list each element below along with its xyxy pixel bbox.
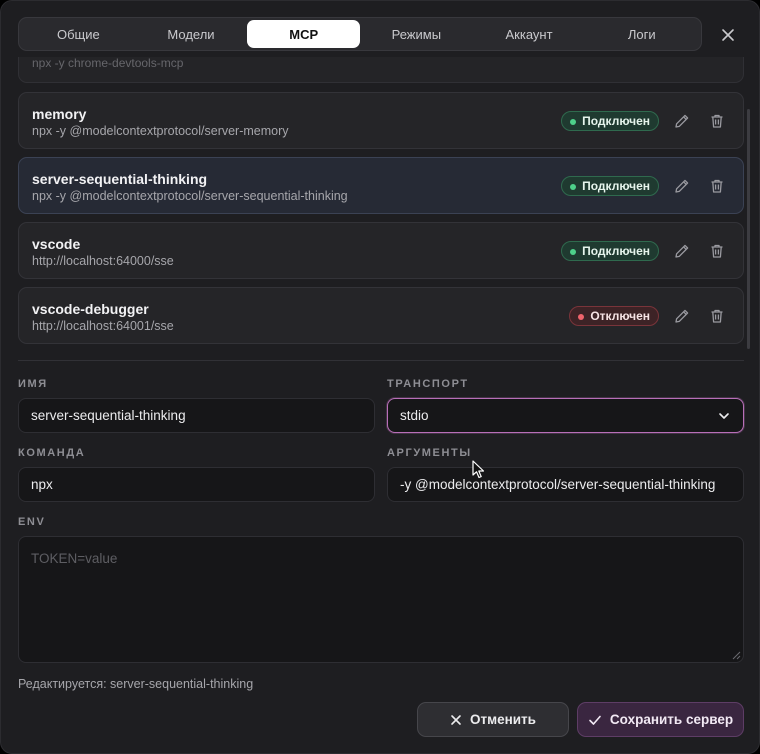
close-icon: [722, 29, 734, 41]
tab-logs[interactable]: Логи: [585, 20, 698, 48]
list-scrollbar[interactable]: [747, 109, 750, 349]
server-card-vscode[interactable]: vscode http://localhost:64000/sse Подклю…: [18, 222, 744, 279]
mouse-cursor-icon: [472, 460, 485, 479]
trash-icon: [711, 309, 723, 323]
settings-dialog: Общие Модели MCP Режимы Аккаунт Логи npx…: [0, 0, 760, 754]
tab-general[interactable]: Общие: [22, 20, 135, 48]
status-label: Подключен: [582, 114, 650, 128]
server-name: server-sequential-thinking: [32, 171, 208, 187]
close-button[interactable]: [717, 24, 739, 46]
status-dot: [570, 119, 577, 125]
args-label: АРГУМЕНТЫ: [387, 447, 472, 459]
server-card-vscode-debugger[interactable]: vscode-debugger http://localhost:64001/s…: [18, 287, 744, 344]
command-input[interactable]: npx: [18, 467, 375, 502]
pencil-icon: [675, 244, 689, 258]
cancel-label: Отменить: [470, 712, 536, 727]
trash-icon: [711, 179, 723, 193]
server-list: npx -y chrome-devtools-mcp memory npx -y…: [18, 57, 744, 347]
server-card-sequential-thinking[interactable]: server-sequential-thinking npx -y @model…: [18, 157, 744, 214]
save-server-button[interactable]: Сохранить сервер: [577, 702, 744, 737]
edit-button[interactable]: [673, 112, 691, 130]
status-badge: Подключен: [561, 111, 659, 131]
server-name: vscode-debugger: [32, 301, 149, 317]
save-label: Сохранить сервер: [609, 712, 734, 727]
delete-button[interactable]: [708, 307, 726, 325]
status-label: Подключен: [582, 179, 650, 193]
settings-tabs: Общие Модели MCP Режимы Аккаунт Логи: [18, 17, 702, 51]
editing-status: Редактируется: server-sequential-thinkin…: [18, 677, 254, 691]
env-textarea[interactable]: TOKEN=value: [18, 536, 744, 663]
status-dot: [578, 314, 585, 320]
server-command: npx -y @modelcontextprotocol/server-memo…: [32, 124, 289, 138]
edit-button[interactable]: [673, 307, 691, 325]
server-card-partial[interactable]: npx -y chrome-devtools-mcp: [18, 57, 744, 83]
server-name: memory: [32, 106, 87, 122]
delete-button[interactable]: [708, 112, 726, 130]
pencil-icon: [675, 179, 689, 193]
edit-button[interactable]: [673, 242, 691, 260]
name-label: ИМЯ: [18, 378, 48, 390]
chevron-down-icon: [719, 413, 729, 419]
pencil-icon: [675, 309, 689, 323]
divider: [18, 360, 744, 361]
command-value: npx: [31, 477, 53, 492]
args-input[interactable]: -y @modelcontextprotocol/server-sequenti…: [387, 467, 744, 502]
status-label: Отключен: [590, 309, 650, 323]
server-name: vscode: [32, 236, 81, 252]
trash-icon: [711, 244, 723, 258]
close-icon: [451, 714, 461, 725]
status-dot: [570, 249, 577, 255]
trash-icon: [711, 114, 723, 128]
tab-modes[interactable]: Режимы: [360, 20, 473, 48]
pencil-icon: [675, 114, 689, 128]
status-dot: [570, 184, 577, 190]
status-badge: Подключен: [561, 241, 659, 261]
transport-value: stdio: [400, 408, 429, 423]
status-label: Подключен: [582, 244, 650, 258]
delete-button[interactable]: [708, 177, 726, 195]
server-command: npx -y chrome-devtools-mcp: [32, 57, 184, 70]
tab-mcp[interactable]: MCP: [247, 20, 361, 48]
edit-button[interactable]: [673, 177, 691, 195]
name-value: server-sequential-thinking: [31, 408, 186, 423]
tab-models[interactable]: Модели: [135, 20, 248, 48]
server-command: npx -y @modelcontextprotocol/server-sequ…: [32, 189, 348, 203]
env-label: ENV: [18, 516, 46, 528]
tab-account[interactable]: Аккаунт: [473, 20, 586, 48]
command-label: КОМАНДА: [18, 447, 86, 459]
server-command: http://localhost:64001/sse: [32, 319, 174, 333]
transport-label: ТРАНСПОРТ: [387, 378, 469, 390]
status-badge: Подключен: [561, 176, 659, 196]
cancel-button[interactable]: Отменить: [417, 702, 569, 737]
args-value: -y @modelcontextprotocol/server-sequenti…: [400, 477, 716, 492]
check-icon: [589, 715, 601, 725]
env-placeholder: TOKEN=value: [31, 551, 118, 566]
transport-select[interactable]: stdio: [387, 398, 744, 433]
server-card-memory[interactable]: memory npx -y @modelcontextprotocol/serv…: [18, 92, 744, 149]
name-input[interactable]: server-sequential-thinking: [18, 398, 375, 433]
delete-button[interactable]: [708, 242, 726, 260]
status-badge: Отключен: [569, 306, 659, 326]
resize-handle-icon[interactable]: [732, 651, 741, 660]
server-command: http://localhost:64000/sse: [32, 254, 174, 268]
